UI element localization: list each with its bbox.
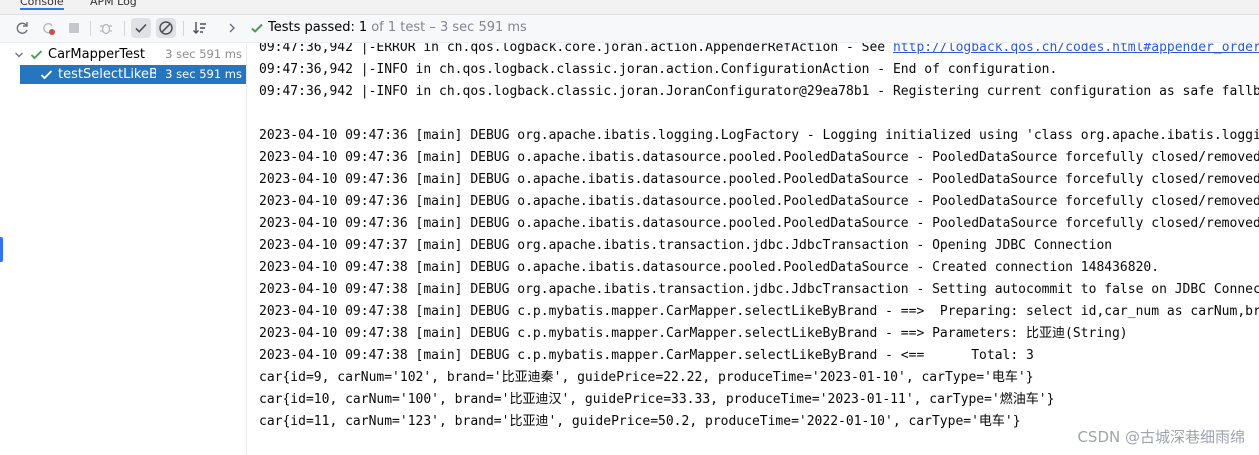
test-runner-toolbar: Tests passed: 1 of 1 test – 3 sec 591 ms [0, 15, 1259, 43]
console-line: 2023-04-10 09:47:36 [main] DEBUG o.apach… [259, 172, 1259, 187]
expand-icon[interactable] [222, 18, 242, 38]
console-line: car{id=11, carNum='123', brand='比亚迪', gu… [259, 414, 1021, 429]
sort-icon[interactable] [190, 18, 210, 38]
console-line: 2023-04-10 09:47:36 [main] DEBUG org.apa… [259, 128, 1259, 143]
test-passed-icon [40, 70, 53, 80]
console-line: 2023-04-10 09:47:36 [main] DEBUG o.apach… [259, 194, 1259, 209]
console-line: 2023-04-10 09:47:38 [main] DEBUG o.apach… [259, 260, 1160, 275]
console-link[interactable]: http://logback.qos.ch/codes.html#appende… [893, 43, 1259, 55]
tree-suite-row[interactable]: CarMapperTest 3 sec 591 ms [8, 45, 246, 64]
show-ignored-icon[interactable] [156, 18, 176, 38]
rerun-icon[interactable] [12, 18, 32, 38]
test-status: Tests passed: 1 of 1 test – 3 sec 591 ms [250, 20, 527, 36]
debug-icon[interactable] [96, 18, 116, 38]
console-line: 2023-04-10 09:47:38 [main] DEBUG c.p.myb… [259, 304, 1259, 319]
tab-apm-log[interactable]: APM Log [90, 0, 137, 8]
status-detail: of 1 test – 3 sec 591 ms [371, 20, 527, 35]
status-count: 1 [358, 20, 368, 35]
test-passed-icon [251, 23, 263, 33]
console-line: 09:47:36,942 |-ERROR in ch.qos.logback.c… [259, 43, 1259, 59]
show-passed-icon[interactable] [131, 18, 151, 38]
console-line: 2023-04-10 09:47:38 [main] DEBUG org.apa… [259, 282, 1259, 297]
active-panel-indicator [0, 237, 3, 262]
tab-console[interactable]: Console [20, 0, 64, 10]
test-duration: 3 sec 591 ms [162, 65, 242, 84]
status-prefix: Tests passed: [268, 20, 355, 35]
console-line: car{id=10, carNum='100', brand='比亚迪汉', g… [259, 392, 1055, 407]
watermark: CSDN @古城深巷细雨绵 [1077, 428, 1245, 446]
console-line: 2023-04-10 09:47:36 [main] DEBUG o.apach… [259, 216, 1259, 231]
tool-window-tabs: Console APM Log [0, 0, 1259, 15]
test-name: testSelectLikeBy [58, 67, 156, 82]
rerun-failed-icon[interactable] [38, 18, 58, 38]
console-line: car{id=9, carNum='102', brand='比亚迪秦', gu… [259, 370, 1034, 385]
console-line: 2023-04-10 09:47:38 [main] DEBUG c.p.myb… [259, 326, 1128, 341]
console-line: 09:47:36,942 |-INFO in ch.qos.logback.cl… [259, 84, 1259, 99]
chevron-down-icon[interactable] [14, 50, 24, 60]
suite-duration: 3 sec 591 ms [165, 47, 242, 61]
console-line: 2023-04-10 09:47:37 [main] DEBUG org.apa… [259, 238, 1113, 253]
console-line: 09:47:36,942 |-INFO in ch.qos.logback.cl… [259, 62, 1058, 77]
suite-name: CarMapperTest [48, 47, 146, 62]
console-line: 2023-04-10 09:47:36 [main] DEBUG o.apach… [259, 150, 1259, 165]
console-output[interactable]: 09:47:36,942 |-ERROR in ch.qos.logback.c… [247, 43, 1259, 455]
test-passed-icon [30, 50, 43, 60]
test-tree: CarMapperTest 3 sec 591 ms testSelectLik… [8, 43, 247, 455]
console-line: 2023-04-10 09:47:38 [main] DEBUG c.p.myb… [259, 348, 1034, 363]
stop-icon[interactable] [64, 18, 84, 38]
tree-test-row[interactable]: testSelectLikeBy 3 sec 591 ms [20, 65, 246, 84]
